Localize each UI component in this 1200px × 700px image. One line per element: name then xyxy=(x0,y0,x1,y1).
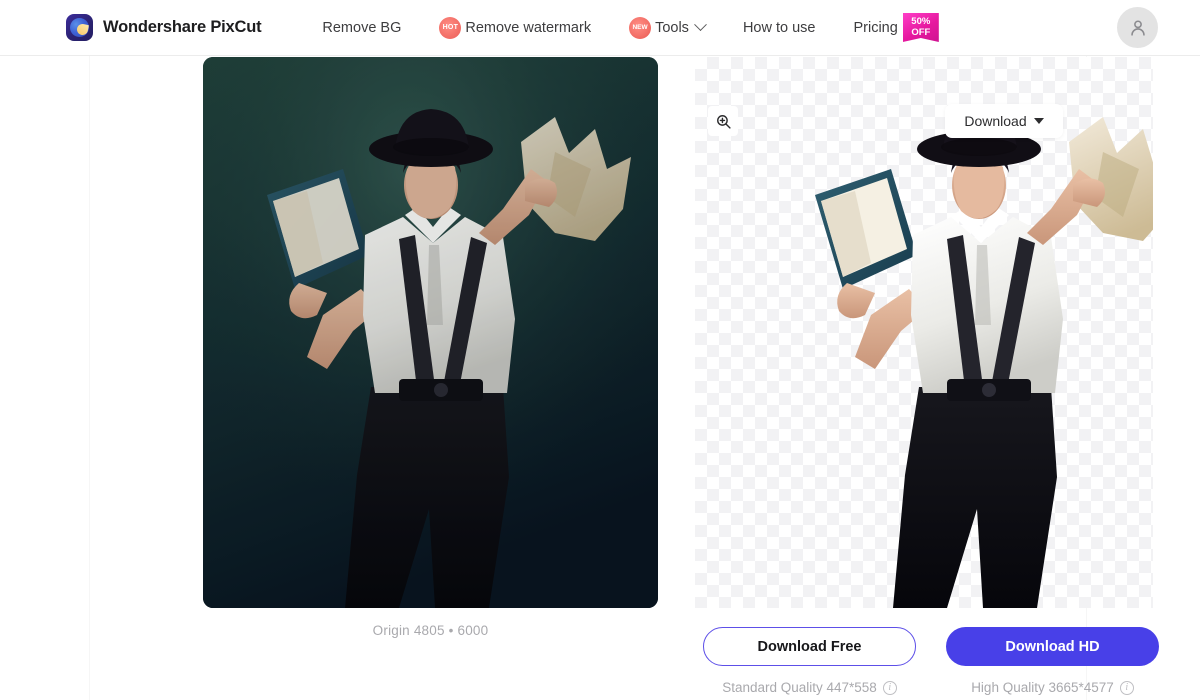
nav-links: Remove BG HOT Remove watermark NEW Tools… xyxy=(303,0,952,56)
nav-item-label: How to use xyxy=(742,19,816,36)
quality-row: Standard Quality 447*558 i High Quality … xyxy=(703,680,1159,695)
user-avatar-icon[interactable] xyxy=(1117,7,1158,48)
nav-item-pricing[interactable]: Pricing 50% OFF xyxy=(834,0,952,56)
chevron-down-icon xyxy=(1033,118,1044,124)
discount-off: OFF xyxy=(911,27,931,38)
original-image-pane xyxy=(203,57,658,608)
nav-item-how-to-use[interactable]: How to use xyxy=(724,0,835,56)
top-navigation-bar: Wondershare PixCut Remove BG HOT Remove … xyxy=(0,0,1200,56)
info-icon[interactable]: i xyxy=(1119,680,1134,695)
cutout-subject xyxy=(695,57,1153,608)
standard-quality-label: Standard Quality 447*558 xyxy=(722,680,877,695)
editor-card: Origin 4805 • 6000 Download Download Fre… xyxy=(90,56,1159,700)
pixcut-logo-icon xyxy=(66,14,93,41)
brand-name: Wondershare PixCut xyxy=(103,18,262,36)
download-dropdown[interactable]: Download xyxy=(945,104,1063,138)
brand-logo-link[interactable]: Wondershare PixCut xyxy=(66,14,262,41)
cutout-artwork xyxy=(815,109,1153,608)
discount-percent: 50% xyxy=(911,16,931,27)
pricing-label: Pricing xyxy=(853,19,898,36)
nav-item-label: Tools xyxy=(655,19,689,36)
nav-item-label: Remove watermark xyxy=(465,19,592,36)
nav-item-label: Remove BG xyxy=(322,19,402,36)
discount-badge: 50% OFF xyxy=(902,13,939,42)
nav-item-remove-watermark[interactable]: HOT Remove watermark xyxy=(420,0,610,56)
nav-item-remove-bg[interactable]: Remove BG xyxy=(303,0,420,56)
download-actions: Download Free Download HD xyxy=(703,627,1159,666)
download-hd-button[interactable]: Download HD xyxy=(946,627,1159,666)
zoom-in-icon[interactable] xyxy=(708,106,738,136)
chevron-down-icon xyxy=(694,18,707,32)
download-dropdown-label: Download xyxy=(964,113,1027,129)
hot-badge-icon: HOT xyxy=(439,16,462,39)
nav-item-tools[interactable]: NEW Tools xyxy=(610,0,724,56)
origin-dimensions-caption: Origin 4805 • 6000 xyxy=(372,623,489,638)
result-image-pane xyxy=(695,57,1153,608)
page-body: Origin 4805 • 6000 Download Download Fre… xyxy=(0,56,1200,700)
info-icon[interactable]: i xyxy=(882,680,897,695)
standard-quality-info: Standard Quality 447*558 i xyxy=(703,680,916,695)
high-quality-label: High Quality 3665*4577 xyxy=(971,680,1114,695)
high-quality-info: High Quality 3665*4577 i xyxy=(946,680,1159,695)
new-badge-icon: NEW xyxy=(629,16,652,39)
original-photo-artwork xyxy=(203,57,658,608)
download-free-button[interactable]: Download Free xyxy=(703,627,916,666)
original-image xyxy=(203,57,658,608)
